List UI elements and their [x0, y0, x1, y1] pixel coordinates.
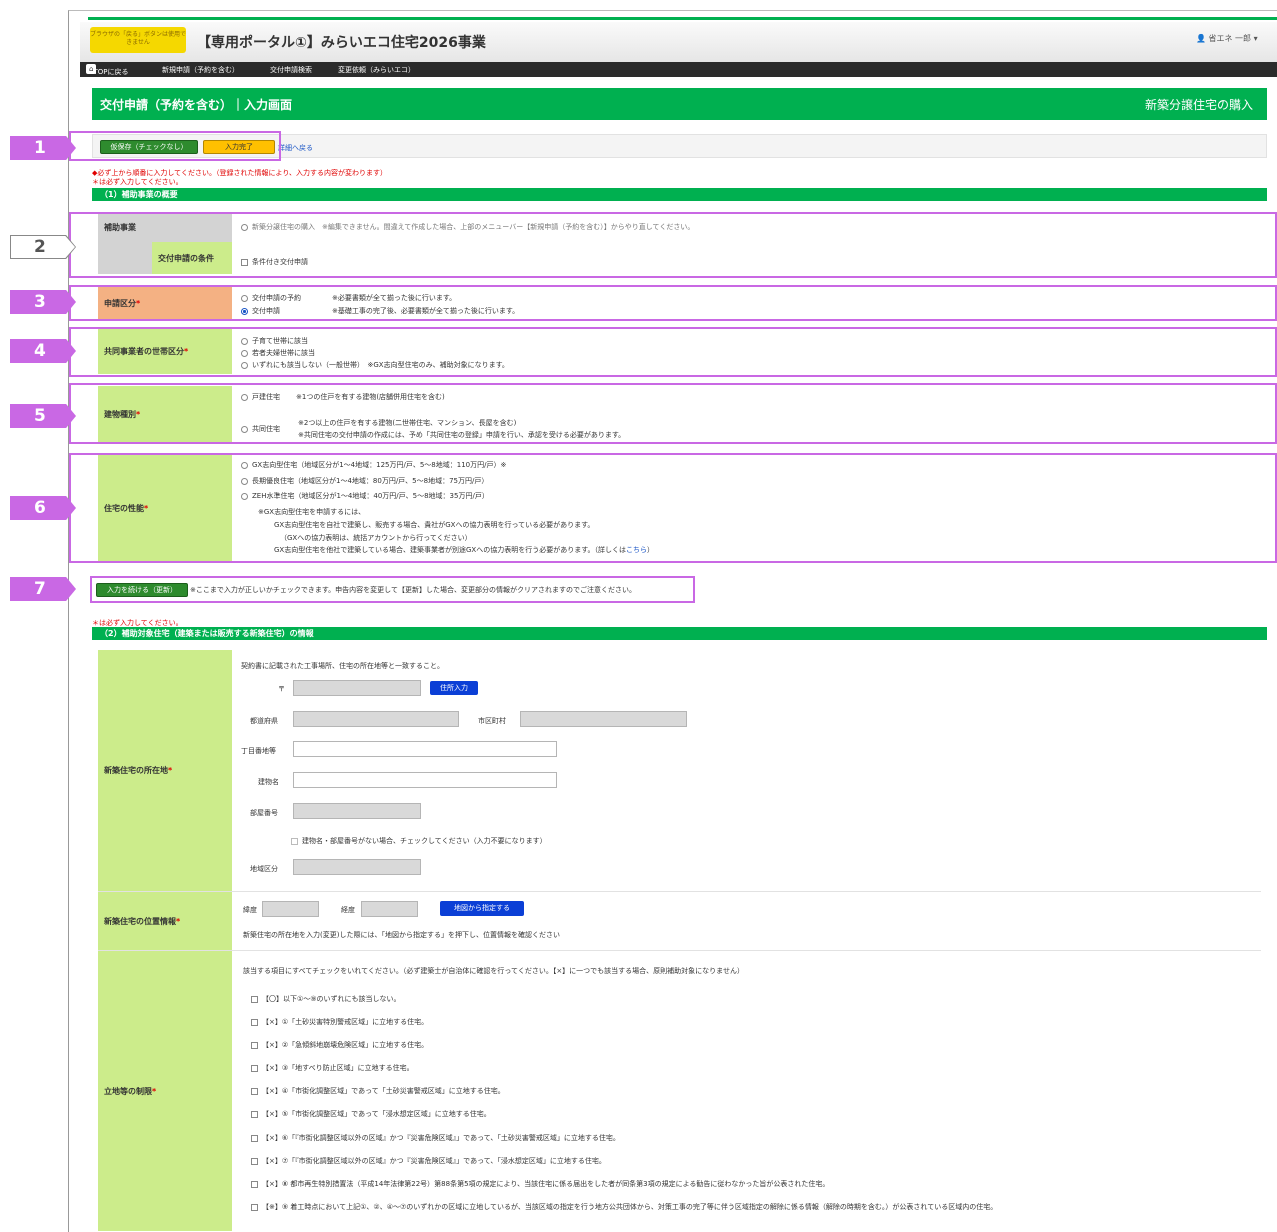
city-input[interactable]	[520, 711, 687, 727]
prefecture-input[interactable]	[293, 711, 459, 727]
top-accent-line	[88, 17, 1277, 20]
user-icon: 👤	[1196, 34, 1206, 43]
room-input[interactable]	[293, 803, 421, 819]
latitude-label: 緯度	[243, 906, 257, 914]
city-label: 市区町村	[478, 717, 506, 725]
prefecture-label: 都道府県	[250, 717, 278, 725]
cropped-top-note	[818, 0, 1277, 5]
street-input[interactable]	[293, 741, 557, 757]
section-1-header: （1）補助事業の概要	[92, 188, 1267, 201]
restriction-item-3[interactable]: 【×】③「地すべり防止区域」に立地する住宅。	[251, 1063, 414, 1073]
required-note: ＊は必ず入力してください。	[92, 178, 183, 186]
app-title: 【専用ポータル①】みらいエコ住宅2026事業	[197, 35, 486, 51]
region-label: 地域区分	[250, 865, 278, 873]
restriction-note: 該当する項目にすべてチェックをいれてください。（必ず建築士が自治体に確認を行って…	[243, 967, 744, 975]
restriction-item-8[interactable]: 【×】⑧ 都市再生特別措置法（平成14年法律第22号）第88条第5項の規定により…	[251, 1179, 829, 1189]
location-label: 新築住宅の所在地 *	[98, 650, 232, 891]
nav-bar: ⌂ TOPに戻る 新規申請（予約を含む） 交付申請検索 変更依頼（みらいエコ）	[80, 62, 1277, 77]
restriction-item-2[interactable]: 【×】②「急傾斜地崩壊危険区域」に立地する住宅。	[251, 1040, 428, 1050]
address-lookup-button[interactable]: 住所入力	[430, 681, 478, 695]
callout-3: 3	[10, 290, 76, 314]
highlight-box-1	[69, 131, 281, 161]
page-type: 新築分譲住宅の購入	[1144, 98, 1253, 112]
callout-6: 6	[10, 496, 76, 520]
postal-mark: 〒	[278, 685, 285, 693]
longitude-label: 経度	[341, 906, 355, 914]
chevron-down-icon: ▾	[1253, 34, 1258, 43]
callout-4: 4	[10, 339, 76, 363]
restriction-label: 立地等の制限 *	[98, 951, 232, 1231]
location-note: 契約書に記載された工事場所、住宅の所在地等と一致すること。	[241, 662, 444, 670]
no-building-checkbox[interactable]: 建物名・部屋番号がない場合、チェックしてください（入力不要になります）	[291, 836, 547, 846]
highlight-box-4	[69, 327, 1277, 377]
highlight-box-6	[69, 453, 1277, 563]
restriction-item-6[interactable]: 【×】⑥「『市街化調整区域以外の区域』かつ『災害危険区域』」であって、「土砂災害…	[251, 1133, 620, 1143]
position-note: 新築住宅の所在地を入力(変更)した際には、「地図から指定する」を押下し、位置情報…	[243, 931, 560, 939]
highlight-box-2	[69, 212, 1277, 278]
position-label: 新築住宅の位置情報 *	[98, 892, 232, 950]
highlight-box-3	[69, 285, 1277, 321]
section-2-header: （2）補助対象住宅（建築または販売する新築住宅）の情報	[92, 627, 1267, 640]
back-to-detail-link[interactable]: 詳細へ戻る	[278, 143, 313, 153]
page-title-bar: 交付申請（予約を含む）｜入力画面 新築分譲住宅の購入	[92, 88, 1267, 120]
callout-7: 7	[10, 577, 76, 601]
map-select-button[interactable]: 地図から指定する	[440, 901, 524, 916]
postal-code-input[interactable]	[293, 680, 421, 696]
room-label: 部屋番号	[250, 809, 278, 817]
callout-5: 5	[10, 404, 76, 428]
nav-new-application[interactable]: 新規申請（予約を含む）	[162, 65, 239, 75]
nav-search[interactable]: 交付申請検索	[270, 65, 312, 75]
highlight-box-7	[90, 576, 695, 603]
callout-1: 1	[10, 136, 76, 160]
callout-2: 2	[10, 235, 76, 259]
nav-change-request[interactable]: 変更依頼（みらいエコ）	[338, 65, 415, 75]
user-name: 省エネ 一郎	[1208, 34, 1252, 43]
latitude-input[interactable]	[262, 901, 319, 917]
restriction-item-9[interactable]: 【※】⑨ 着工時点において上記①、②、④〜⑦のいずれかの区域に立地しているが、当…	[251, 1202, 997, 1212]
highlight-box-5	[69, 383, 1277, 444]
restriction-item-7[interactable]: 【×】⑦「『市街化調整区域以外の区域』かつ『災害危険区域』」であって、「浸水想定…	[251, 1156, 606, 1166]
building-name-input[interactable]	[293, 772, 557, 788]
page-title: 交付申請（予約を含む）｜入力画面	[100, 98, 293, 112]
back-button-warning: ブラウザの「戻る」ボタンは使用できません	[90, 27, 186, 53]
restriction-item-1[interactable]: 【×】①「土砂災害特別警戒区域」に立地する住宅。	[251, 1017, 428, 1027]
building-name-label: 建物名	[258, 778, 279, 786]
street-label: 丁目番地等	[241, 747, 276, 755]
region-input[interactable]	[293, 859, 421, 875]
restriction-item-4[interactable]: 【×】④「市街化調整区域」であって「土砂災害警戒区域」に立地する住宅。	[251, 1086, 505, 1096]
nav-top-button[interactable]: ⌂ TOPに戻る	[86, 64, 128, 76]
user-menu[interactable]: 👤 省エネ 一郎 ▾	[1196, 33, 1258, 44]
restriction-item-5[interactable]: 【×】⑤「市街化調整区域」であって「浸水想定区域」に立地する住宅。	[251, 1109, 491, 1119]
longitude-input[interactable]	[361, 901, 418, 917]
restriction-item-0[interactable]: 【〇】以下①〜⑨のいずれにも該当しない。	[251, 994, 401, 1004]
